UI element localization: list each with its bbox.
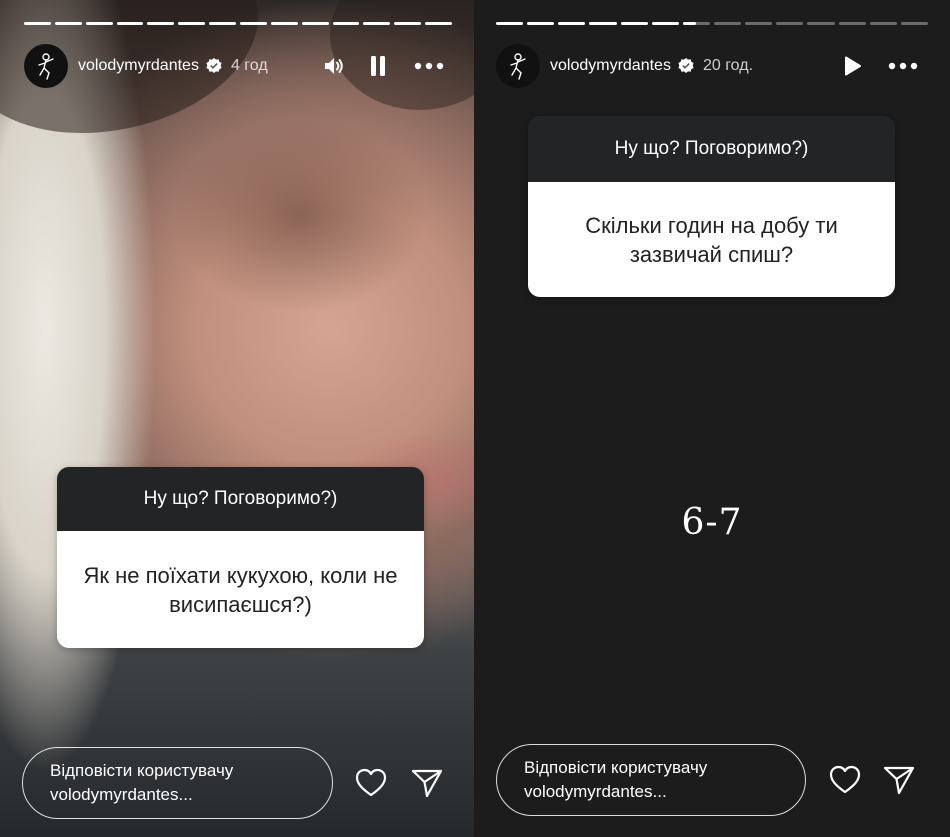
more-dots-icon[interactable]: [888, 62, 918, 70]
progress-segment: [776, 22, 804, 25]
reply-placeholder-line1: Відповісти користувачу: [524, 758, 708, 777]
progress-segment: [54, 22, 82, 25]
progress-segment: [838, 22, 866, 25]
progress-segment: [589, 22, 617, 25]
avatar[interactable]: [24, 44, 68, 88]
progress-segment: [116, 22, 144, 25]
username[interactable]: volodymyrdantes: [78, 57, 199, 75]
progress-segment: [209, 22, 237, 25]
reply-placeholder-line2: volodymyrdantes...: [50, 785, 193, 804]
progress-segment: [651, 22, 679, 25]
avatar[interactable]: [496, 44, 540, 88]
story-header: volodymyrdantes 4 год: [24, 44, 452, 88]
story-left[interactable]: volodymyrdantes 4 год Ну що? Поговоримо?…: [0, 0, 474, 837]
progress-segment: [900, 22, 928, 25]
progress-segment: [807, 22, 835, 25]
story-header: volodymyrdantes 20 год.: [496, 44, 928, 88]
progress-segment-fill: [682, 22, 697, 25]
story-right[interactable]: volodymyrdantes 20 год. Ну що? Поговорим…: [474, 0, 950, 837]
progress-segment: [85, 22, 113, 25]
progress-segment: [24, 22, 51, 25]
heart-icon[interactable]: [354, 766, 388, 800]
progress-segment: [713, 22, 742, 25]
question-sticker-title: Ну що? Поговоримо?): [57, 467, 424, 531]
progress-segment: [620, 22, 648, 25]
progress-segment: [682, 22, 710, 25]
progress-segment: [301, 22, 329, 25]
more-dots-icon[interactable]: [414, 62, 444, 70]
question-sticker-title: Ну що? Поговоримо?): [528, 116, 895, 182]
question-sticker: Ну що? Поговоримо?) Скільки годин на доб…: [528, 116, 895, 297]
progress-segment: [496, 22, 524, 25]
progress-segment: [394, 22, 422, 25]
pause-icon[interactable]: [368, 54, 388, 78]
progress-segment: [178, 22, 206, 25]
speaker-icon[interactable]: [322, 54, 346, 78]
reply-placeholder-line2: volodymyrdantes...: [524, 782, 667, 801]
reply-input[interactable]: Відповісти користувачу volodymyrdantes..…: [496, 744, 806, 816]
dancer-logo-icon: [510, 53, 526, 80]
progress-bar: [496, 22, 928, 25]
username[interactable]: volodymyrdantes: [550, 57, 671, 75]
progress-segment: [332, 22, 360, 25]
dancer-logo-icon: [38, 53, 54, 80]
progress-segment: [363, 22, 391, 25]
heart-icon[interactable]: [828, 763, 862, 797]
verified-badge-icon: [205, 57, 223, 75]
play-icon[interactable]: [842, 55, 862, 77]
progress-segment: [425, 22, 453, 25]
send-icon[interactable]: [410, 766, 444, 800]
post-time: 20 год.: [702, 57, 754, 74]
progress-segment: [745, 22, 773, 25]
question-sticker-text: Як не поїхати кукухою, коли не висипаєшс…: [57, 531, 424, 648]
progress-bar: [24, 22, 453, 25]
answer-text: 6-7: [681, 502, 743, 543]
reply-placeholder-line1: Відповісти користувачу: [50, 761, 234, 780]
progress-segment: [147, 22, 175, 25]
question-sticker-text: Скільки годин на добу ти зазвичай спиш?: [528, 182, 895, 297]
reply-input[interactable]: Відповісти користувачу volodymyrdantes..…: [22, 747, 333, 819]
progress-segment: [558, 22, 586, 25]
progress-segment: [527, 22, 555, 25]
verified-badge-icon: [677, 57, 695, 75]
post-time: 4 год: [230, 57, 268, 74]
progress-segment: [270, 22, 298, 25]
progress-segment: [240, 22, 267, 25]
question-sticker: Ну що? Поговоримо?) Як не поїхати кукухо…: [57, 467, 424, 648]
progress-segment: [869, 22, 897, 25]
send-icon[interactable]: [882, 763, 916, 797]
